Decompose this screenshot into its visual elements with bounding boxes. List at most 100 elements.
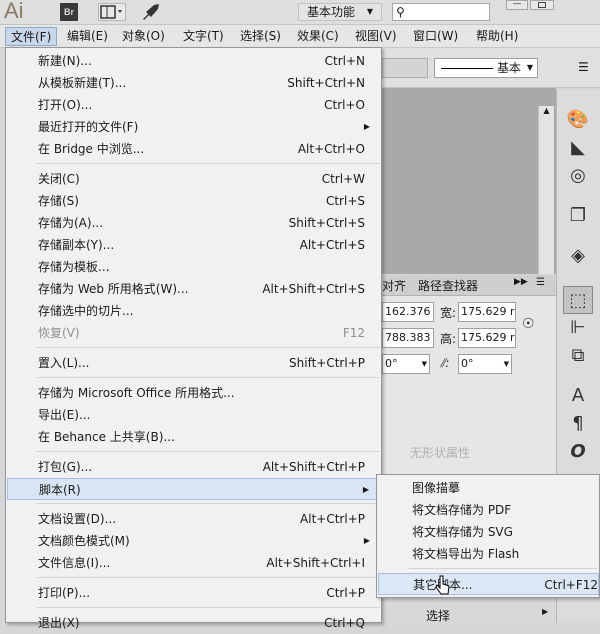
- appearance-icon[interactable]: ◎: [563, 162, 593, 190]
- menu-item-new-from-template[interactable]: 从模板新建(T)... Shift+Ctrl+N: [7, 72, 380, 94]
- canvas-area[interactable]: [382, 88, 556, 274]
- workspace-switcher[interactable]: 基本功能 ▼: [298, 3, 382, 21]
- tab-pathfinder[interactable]: 路径查找器: [418, 277, 478, 294]
- submenu-item-other-scripts[interactable]: 其它脚本...Ctrl+F12: [378, 573, 599, 595]
- panel-menu-icon[interactable]: ☰: [536, 277, 545, 288]
- menu-view[interactable]: 视图(V): [350, 27, 402, 46]
- menu-item-label: 打开(O)...: [38, 98, 93, 112]
- paragraph-icon[interactable]: ¶: [563, 410, 593, 438]
- menu-item-exit[interactable]: 退出(X) Ctrl+Q: [7, 612, 380, 634]
- menu-item-save-template[interactable]: 存储为模板...: [7, 256, 380, 278]
- scroll-up-icon[interactable]: ▲: [539, 106, 554, 115]
- menu-item-open[interactable]: 打开(O)... Ctrl+O: [7, 94, 380, 116]
- submenu-item-image-trace[interactable]: 图像描摹: [378, 477, 599, 499]
- menu-item-close[interactable]: 关闭(C) Ctrl+W: [7, 168, 380, 190]
- menu-item-save[interactable]: 存储(S) Ctrl+S: [7, 190, 380, 212]
- menu-item-export[interactable]: 导出(E)...: [7, 404, 380, 426]
- menu-type[interactable]: 文字(T): [178, 27, 229, 46]
- search-input[interactable]: ⚲: [392, 3, 490, 21]
- menu-separator: [36, 577, 380, 578]
- menu-object[interactable]: 对象(O): [117, 27, 170, 46]
- constrain-proportions-icon[interactable]: ☉: [522, 316, 535, 332]
- menu-item-new[interactable]: 新建(N)... Ctrl+N: [7, 50, 380, 72]
- menu-item-place[interactable]: 置入(L)... Shift+Ctrl+P: [7, 352, 380, 374]
- menu-item-label: 存储选中的切片...: [38, 304, 134, 318]
- menu-item-shortcut: Alt+Shift+Ctrl+S: [262, 282, 365, 296]
- x-field[interactable]: 162.376 r: [382, 302, 434, 322]
- menu-separator: [36, 607, 380, 608]
- menu-item-document-setup[interactable]: 文档设置(D)... Alt+Ctrl+P: [7, 508, 380, 530]
- menu-separator: [36, 163, 380, 164]
- minimize-icon[interactable]: —: [506, 0, 528, 10]
- chevron-down-icon: ▼: [421, 360, 427, 368]
- submenu-arrow-icon: ▶: [362, 485, 369, 494]
- menu-item-shortcut: Alt+Shift+Ctrl+I: [266, 556, 365, 570]
- menu-window[interactable]: 窗口(W): [408, 27, 463, 46]
- menu-item-scripts[interactable]: 脚本(R) ▶: [7, 478, 380, 500]
- menu-item-shortcut: Ctrl+O: [324, 98, 365, 112]
- vertical-scrollbar[interactable]: ▲: [538, 106, 554, 274]
- menu-item-label: 最近打开的文件(F): [38, 120, 139, 134]
- maximize-icon[interactable]: [530, 0, 554, 10]
- pathfinder-icon[interactable]: ⧉: [563, 342, 593, 370]
- menu-item-label: 存储副本(Y)...: [38, 238, 115, 252]
- menu-item-file-info[interactable]: 文件信息(I)... Alt+Shift+Ctrl+I: [7, 552, 380, 574]
- layers-copy-icon[interactable]: ❐: [563, 202, 593, 230]
- menu-item-browse-bridge[interactable]: 在 Bridge 中浏览... Alt+Ctrl+O: [7, 138, 380, 160]
- tab-align[interactable]: 对齐: [382, 277, 406, 294]
- bottom-panel: 选择 ▶: [382, 596, 556, 623]
- play-icon[interactable]: ▶: [542, 607, 548, 616]
- submenu-item-shortcut: Ctrl+F12: [544, 578, 598, 592]
- menu-item-save-as[interactable]: 存储为(A)... Shift+Ctrl+S: [7, 212, 380, 234]
- panel-expand-icon[interactable]: ▶▶: [514, 277, 528, 287]
- menu-item-label: 打印(P)...: [38, 586, 91, 600]
- shear-icon: ⫽:: [440, 356, 450, 370]
- transform-icon[interactable]: ⬚: [563, 286, 593, 314]
- menu-item-shortcut: F12: [342, 326, 365, 340]
- shear-field[interactable]: 0° ▼: [458, 354, 512, 374]
- menu-item-label: 导出(E)...: [38, 408, 91, 422]
- menu-effect[interactable]: 效果(C): [292, 27, 344, 46]
- opentype-icon[interactable]: O: [563, 438, 593, 466]
- layers-icon[interactable]: ◈: [563, 242, 593, 270]
- menu-item-share-behance[interactable]: 在 Behance 上共享(B)...: [7, 426, 380, 448]
- stroke-weight-field[interactable]: [382, 58, 428, 78]
- menu-select[interactable]: 选择(S): [235, 27, 286, 46]
- color-palette-icon[interactable]: 🎨: [563, 106, 593, 134]
- menu-item-package[interactable]: 打包(G)... Alt+Shift+Ctrl+P: [7, 456, 380, 478]
- menu-separator: [36, 377, 380, 378]
- menu-item-label: 脚本(R): [39, 483, 81, 497]
- y-field[interactable]: 788.383 r: [382, 328, 434, 348]
- menu-separator: [409, 568, 597, 569]
- arrange-documents-icon[interactable]: [98, 3, 126, 21]
- menu-item-recent-files[interactable]: 最近打开的文件(F) ▶: [7, 116, 380, 138]
- gradient-icon[interactable]: ◣: [563, 134, 593, 162]
- menu-item-print[interactable]: 打印(P)... Ctrl+P: [7, 582, 380, 604]
- stroke-profile-select[interactable]: 基本 ▼: [434, 58, 538, 78]
- menu-item-label: 文档设置(D)...: [38, 512, 117, 526]
- gpu-rocket-icon[interactable]: [140, 1, 164, 23]
- menu-item-save-copy[interactable]: 存储副本(Y)... Alt+Ctrl+S: [7, 234, 380, 256]
- bridge-icon[interactable]: Br: [60, 3, 78, 21]
- menu-item-save-slices[interactable]: 存储选中的切片...: [7, 300, 380, 322]
- rotate-field[interactable]: 0° ▼: [382, 354, 430, 374]
- height-field[interactable]: 175.629 r: [458, 328, 516, 348]
- menu-file[interactable]: 文件(F): [5, 27, 58, 46]
- width-field[interactable]: 175.629 r: [458, 302, 516, 322]
- menu-item-save-office[interactable]: 存储为 Microsoft Office 所用格式...: [7, 382, 380, 404]
- menu-item-label: 从模板新建(T)...: [38, 76, 127, 90]
- submenu-item-export-flash[interactable]: 将文档导出为 Flash: [378, 543, 599, 565]
- menu-item-document-color-mode[interactable]: 文档颜色模式(M) ▶: [7, 530, 380, 552]
- menu-item-save-for-web[interactable]: 存储为 Web 所用格式(W)... Alt+Shift+Ctrl+S: [7, 278, 380, 300]
- menu-item-revert[interactable]: 恢复(V) F12: [7, 322, 380, 344]
- submenu-item-save-svg[interactable]: 将文档存储为 SVG: [378, 521, 599, 543]
- menu-item-label: 退出(X): [38, 616, 80, 630]
- panel-menu-icon[interactable]: ☰: [578, 60, 589, 74]
- menu-help[interactable]: 帮助(H): [471, 27, 523, 46]
- submenu-item-label: 将文档导出为 Flash: [412, 547, 520, 561]
- character-icon[interactable]: A: [563, 382, 593, 410]
- menu-edit[interactable]: 编辑(E): [62, 27, 113, 46]
- align-icon[interactable]: ⊩: [563, 314, 593, 342]
- submenu-item-save-pdf[interactable]: 将文档存储为 PDF: [378, 499, 599, 521]
- select-label[interactable]: 选择: [426, 607, 450, 624]
